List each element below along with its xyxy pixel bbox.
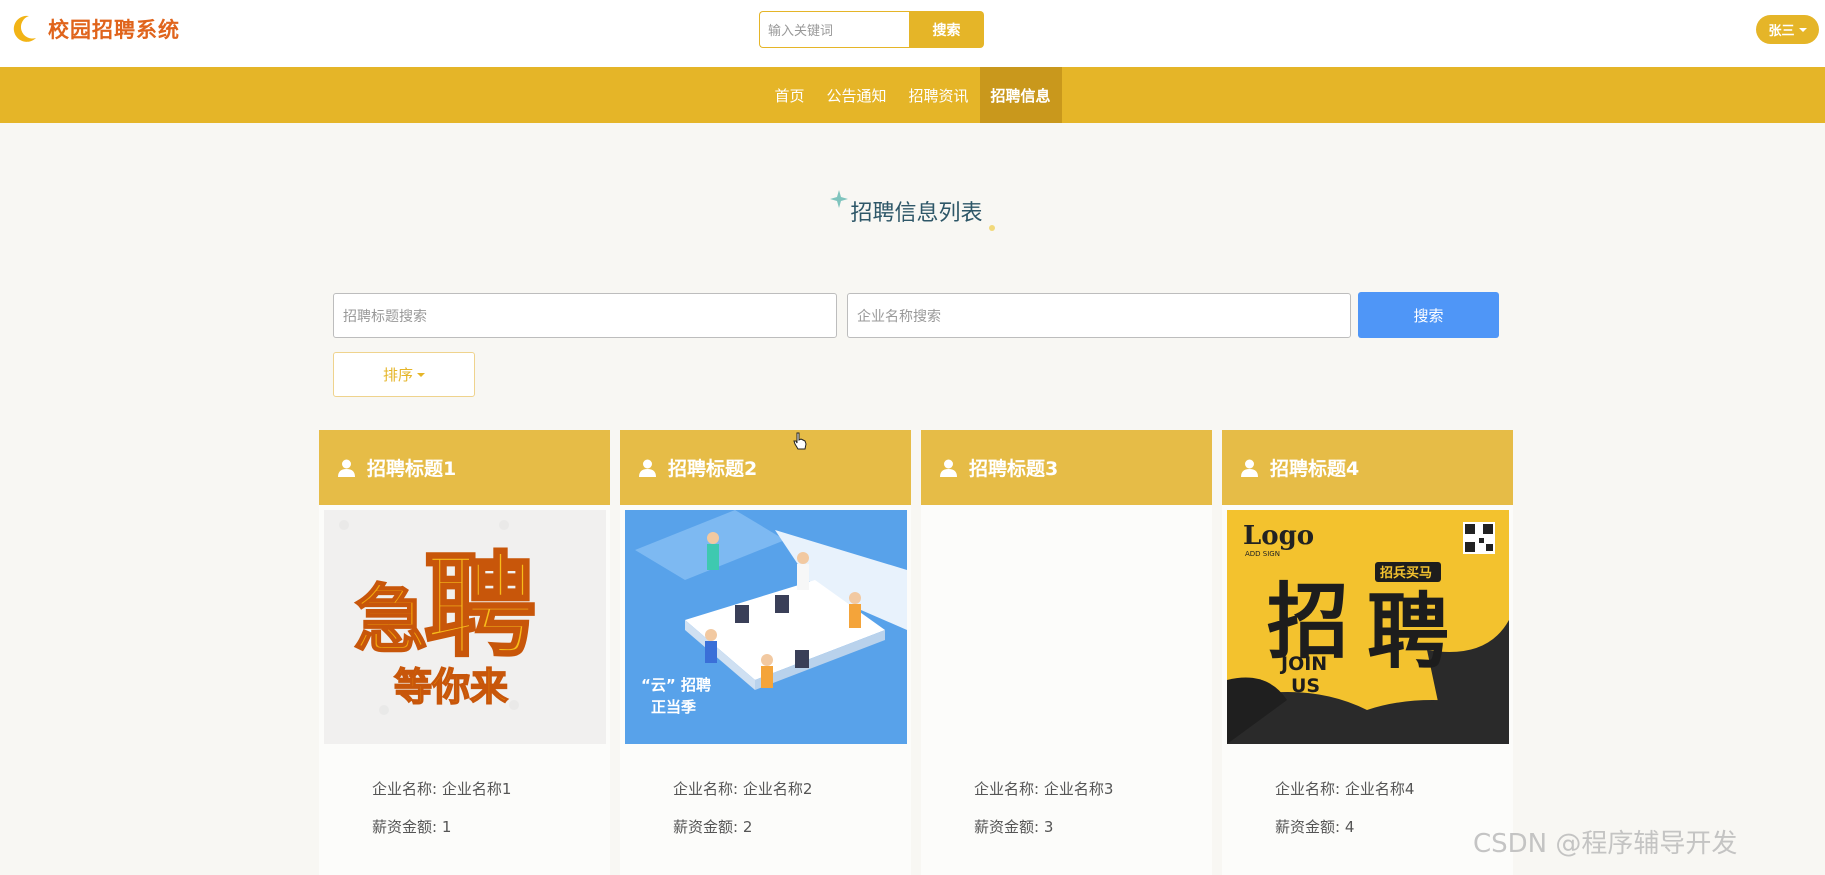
job-card-image[interactable]: 急 聘 等你来	[324, 510, 606, 744]
salary-amount: 薪资金额: 3	[974, 818, 1054, 836]
brand-logo[interactable]: 校园招聘系统	[12, 14, 180, 44]
job-card-title: 招聘标题2	[668, 458, 758, 480]
poster-text-waiting: 等你来	[394, 664, 508, 709]
section-title-text: 招聘信息列表	[850, 201, 983, 226]
user-icon	[639, 459, 656, 477]
filter-search-button[interactable]: 搜索	[1358, 292, 1499, 338]
poster-logo-text: Logo	[1243, 521, 1314, 551]
job-card-list: 招聘标题1 急 聘 等你来 企业名称: 企业名称1 薪资金额: 1 招聘标题2	[319, 430, 1513, 875]
nav-item-home[interactable]: 首页	[763, 67, 815, 123]
poster-big-pin: 聘	[1367, 584, 1449, 680]
sort-dropdown[interactable]: 排序	[333, 352, 475, 397]
user-name: 张三	[1768, 24, 1795, 39]
poster-join-text: JOIN	[1279, 653, 1327, 675]
job-card-header: 招聘标题4	[1222, 430, 1513, 505]
in-season-text: 正当季	[651, 698, 696, 716]
section-title: 招聘信息列表	[830, 190, 995, 231]
job-card-title: 招聘标题3	[969, 458, 1059, 480]
watermark: CSDN @程序辅导开发	[1473, 829, 1738, 859]
job-card-info: 企业名称: 企业名称3 薪资金额: 3	[974, 770, 1113, 846]
moon-icon	[12, 14, 38, 44]
company-search-input[interactable]: 企业名称搜索	[847, 293, 1351, 338]
job-card-image[interactable]: Logo ADD SIGN 招 聘 招兵买马 JOIN US	[1227, 510, 1509, 744]
company-name: 企业名称: 企业名称2	[673, 780, 813, 798]
nav-item-news[interactable]: 招聘资讯	[898, 67, 980, 123]
header-search-button[interactable]: 搜索	[909, 11, 984, 48]
poster-text-pin: 聘	[424, 541, 536, 672]
job-card-header: 招聘标题1	[319, 430, 610, 505]
job-card[interactable]: 招聘标题2 “云” 招聘 正当季 企业名称: 企业名称2 薪资金额: 2	[620, 430, 911, 875]
job-card[interactable]: 招聘标题3 企业名称: 企业名称3 薪资金额: 3	[921, 430, 1212, 875]
cloud-hiring-text: “云” 招聘	[641, 676, 711, 694]
header-search: 输入关键词 搜索	[759, 11, 984, 48]
job-card-image[interactable]: “云” 招聘 正当季	[625, 510, 907, 744]
top-header: 校园招聘系统 输入关键词 搜索 张三	[0, 0, 1825, 67]
user-icon	[1241, 459, 1258, 477]
company-name: 企业名称: 企业名称3	[974, 780, 1114, 798]
salary-amount: 薪资金额: 1	[372, 818, 452, 836]
company-name: 企业名称: 企业名称4	[1275, 780, 1415, 798]
qr-code-icon	[1463, 522, 1495, 554]
nav-item-notices[interactable]: 公告通知	[815, 67, 897, 123]
job-card-info: 企业名称: 企业名称4 薪资金额: 4	[1275, 770, 1414, 846]
user-menu-button[interactable]: 张三	[1756, 15, 1819, 44]
poster-text-ji: 急	[354, 577, 428, 663]
brand-name: 校园招聘系统	[48, 18, 180, 42]
main-nav: 首页 公告通知 招聘资讯 招聘信息	[0, 67, 1825, 123]
job-card-title: 招聘标题1	[367, 458, 457, 480]
job-card-image[interactable]	[926, 510, 1208, 744]
job-card-title: 招聘标题4	[1270, 458, 1360, 480]
poster-sign-text: ADD SIGN	[1245, 550, 1280, 558]
salary-amount: 薪资金额: 4	[1275, 818, 1355, 836]
title-search-input[interactable]: 招聘标题搜索	[333, 293, 837, 338]
decor-dot	[988, 225, 995, 231]
job-card-header: 招聘标题2	[620, 430, 911, 505]
job-card[interactable]: 招聘标题4 Logo ADD SIGN 招 聘 招兵买马 JOIN US 企业名…	[1222, 430, 1513, 875]
section-header: 招聘信息列表	[0, 190, 1825, 231]
job-card[interactable]: 招聘标题1 急 聘 等你来 企业名称: 企业名称1 薪资金额: 1	[319, 430, 610, 875]
user-icon	[940, 459, 957, 477]
user-icon	[338, 459, 355, 477]
poster-us-text: US	[1291, 675, 1320, 697]
sort-label: 排序	[382, 366, 413, 384]
salary-amount: 薪资金额: 2	[673, 818, 753, 836]
nav-item-jobs[interactable]: 招聘信息	[979, 67, 1062, 123]
caret-down-icon	[417, 372, 425, 377]
job-card-info: 企业名称: 企业名称2 薪资金额: 2	[673, 770, 812, 846]
company-name: 企业名称: 企业名称1	[372, 780, 512, 798]
job-card-info: 企业名称: 企业名称1 薪资金额: 1	[372, 770, 511, 846]
sparkle-icon	[830, 189, 849, 214]
hand-cursor-icon	[793, 432, 807, 454]
caret-down-icon	[1798, 27, 1807, 32]
poster-recruit-text: 招兵买马	[1380, 565, 1432, 581]
header-search-input[interactable]: 输入关键词	[759, 11, 909, 48]
job-card-header: 招聘标题3	[921, 430, 1212, 505]
